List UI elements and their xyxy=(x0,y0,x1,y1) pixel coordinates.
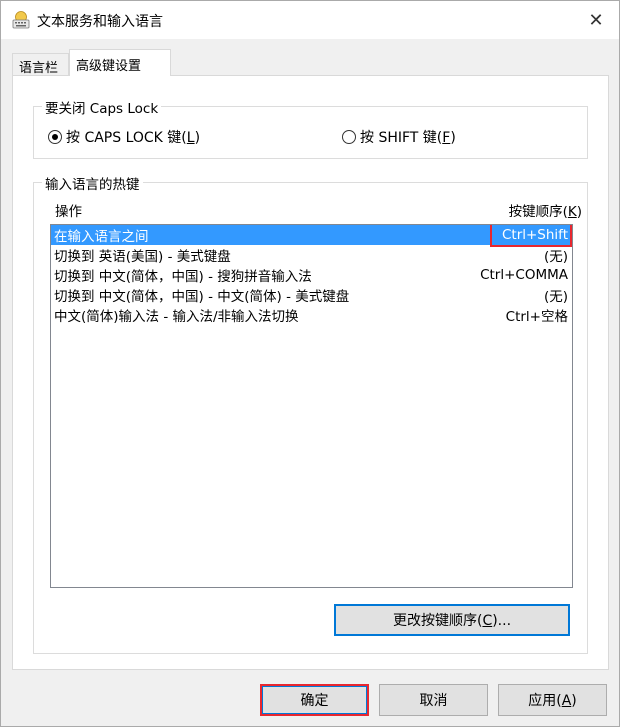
list-item[interactable]: 中文(简体)输入法 - 输入法/非输入法切换 Ctrl+空格 xyxy=(51,305,572,325)
keyboard-globe-icon xyxy=(12,11,30,29)
list-item[interactable]: 切换到 中文(简体，中国) - 中文(简体) - 美式键盘 (无) xyxy=(51,285,572,305)
list-item-action: 切换到 中文(简体，中国) - 搜狗拼音输入法 xyxy=(54,269,312,285)
highlight-annotation-box xyxy=(490,225,572,247)
radio-label: 按 SHIFT 键(F) xyxy=(360,130,456,146)
list-item[interactable]: 切换到 中文(简体，中国) - 搜狗拼音输入法 Ctrl+COMMA xyxy=(51,265,572,285)
tab-language-bar[interactable]: 语言栏 xyxy=(12,53,69,76)
hotkeys-group: 输入语言的热键 操作 按键顺序(K) 在输入语言之间 Ctrl+Shift 切换… xyxy=(33,173,588,654)
tab-label: 高级键设置 xyxy=(76,59,142,74)
close-icon: ✕ xyxy=(588,9,604,31)
list-item-sequence: (无) xyxy=(543,289,568,305)
tab-advanced-key-settings[interactable]: 高级键设置 xyxy=(69,49,171,76)
button-label: 更改按键顺序(C)... xyxy=(392,613,512,629)
list-item[interactable]: 在输入语言之间 Ctrl+Shift xyxy=(51,225,572,247)
list-item-action: 切换到 英语(美国) - 美式键盘 xyxy=(54,249,231,265)
close-button[interactable]: ✕ xyxy=(573,1,619,39)
hotkey-list[interactable]: 在输入语言之间 Ctrl+Shift 切换到 英语(美国) - 美式键盘 (无)… xyxy=(50,224,573,588)
window-title: 文本服务和输入语言 xyxy=(37,14,163,30)
list-item-sequence: Ctrl+空格 xyxy=(505,309,568,325)
caps-lock-key-radio[interactable]: 按 CAPS LOCK 键(L) xyxy=(48,127,200,147)
list-item-action: 中文(简体)输入法 - 输入法/非输入法切换 xyxy=(54,309,299,325)
radio-checked-icon xyxy=(48,130,62,144)
column-header-key-sequence: 按键顺序(K) xyxy=(508,204,582,220)
advanced-key-settings-panel: 要关闭 Caps Lock 按 CAPS LOCK 键(L) 按 SHIFT 键… xyxy=(12,75,609,670)
button-label: 确定 xyxy=(300,693,329,709)
button-label: 取消 xyxy=(419,693,448,709)
cancel-button[interactable]: 取消 xyxy=(379,684,488,716)
shift-key-radio[interactable]: 按 SHIFT 键(F) xyxy=(342,127,456,147)
list-item-action: 在输入语言之间 xyxy=(54,229,149,245)
caps-lock-legend: 要关闭 Caps Lock xyxy=(42,97,162,117)
radio-label: 按 CAPS LOCK 键(L) xyxy=(66,130,201,146)
dialog-window: 文本服务和输入语言 ✕ 语言栏 高级键设置 要关闭 Caps Lock 按 CA… xyxy=(0,0,620,727)
list-item[interactable]: 切换到 英语(美国) - 美式键盘 (无) xyxy=(51,245,572,265)
change-key-sequence-button[interactable]: 更改按键顺序(C)... xyxy=(334,604,570,636)
radio-unchecked-icon xyxy=(342,130,356,144)
caps-lock-group: 要关闭 Caps Lock 按 CAPS LOCK 键(L) 按 SHIFT 键… xyxy=(33,97,588,159)
tab-label: 语言栏 xyxy=(19,61,59,76)
button-label: 应用(A) xyxy=(528,693,577,709)
ok-button[interactable]: 确定 xyxy=(260,684,369,716)
apply-button[interactable]: 应用(A) xyxy=(498,684,607,716)
list-item-action: 切换到 中文(简体，中国) - 中文(简体) - 美式键盘 xyxy=(54,289,350,305)
hotkeys-legend: 输入语言的热键 xyxy=(42,173,143,193)
list-item-sequence: (无) xyxy=(543,249,568,265)
column-header-action: 操作 xyxy=(55,204,82,220)
list-item-sequence: Ctrl+COMMA xyxy=(480,267,568,283)
title-bar: 文本服务和输入语言 ✕ xyxy=(1,1,619,39)
